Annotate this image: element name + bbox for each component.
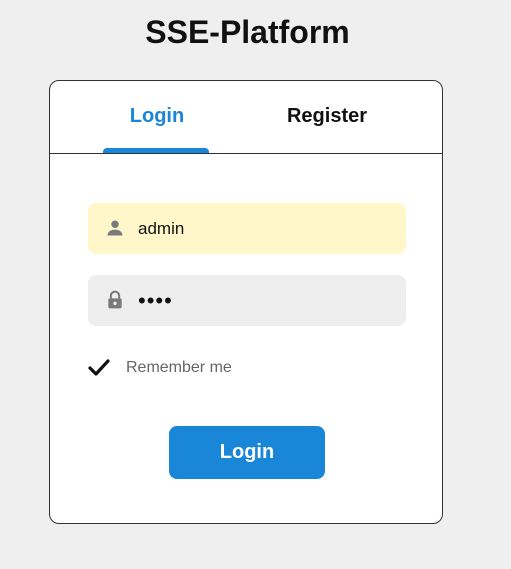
username-field[interactable] [88, 203, 406, 254]
remember-me-label: Remember me [126, 359, 232, 376]
password-input[interactable] [138, 275, 388, 326]
lock-icon [108, 290, 122, 309]
app-title: SSE-Platform [145, 14, 350, 50]
active-tab-indicator [103, 148, 209, 153]
username-input[interactable] [138, 203, 388, 254]
user-icon [107, 220, 123, 236]
tab-login[interactable]: Login [104, 105, 210, 128]
tab-register[interactable]: Register [276, 105, 378, 128]
remember-me-checkbox[interactable]: Remember me [88, 356, 288, 380]
auth-tabs: Login Register [50, 81, 442, 154]
checkmark-icon [88, 359, 110, 376]
password-field[interactable] [88, 275, 406, 326]
auth-card: Login Register Remember me Login [49, 80, 443, 524]
login-button[interactable]: Login [169, 426, 325, 479]
